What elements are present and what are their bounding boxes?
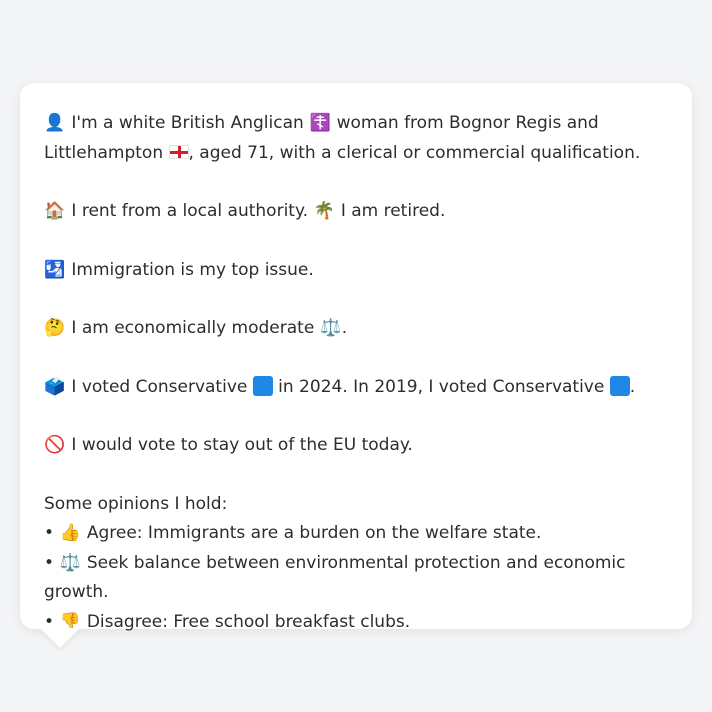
scales-icon: ⚖️ [320,318,342,338]
conservative-blue-square-icon [609,375,630,396]
ballot-box-icon: 🗳️ [44,376,66,397]
opinion-text: Disagree: Free school breakfast clubs. [86,611,411,632]
opinions-list: • 👍 Agree: Immigrants are a burden on th… [44,519,668,637]
housing-paragraph: 🏠 I rent from a local authority. 🌴 I am … [44,197,668,227]
list-item: • ⚖️ Seek balance between environmental … [44,549,668,608]
no-entry-icon: 🚫 [44,435,66,455]
economic-paragraph: 🤔 I am economically moderate ⚖️. [44,314,668,344]
house-icon: 🏠 [44,201,66,221]
passport-control-icon: 🛂 [44,259,66,280]
work-text: I am retired. [340,201,446,221]
list-item: • 👍 Agree: Immigrants are a burden on th… [44,519,668,549]
thumbs-up-icon: 👍 [59,523,82,543]
economic-text: I am economically moderate [71,318,315,338]
opinion-text: Seek balance between environmental prote… [44,552,626,603]
orthodox-cross-icon: ☦️ [309,113,331,133]
scales-icon: ⚖️ [59,552,82,573]
vote-end: . [629,376,636,397]
opinions-title: Some opinions I hold: [44,493,228,514]
bullet: • [44,523,55,543]
vote-text-b: in 2024. In 2019, I voted Conservative [278,376,605,397]
england-flag-icon [168,144,189,159]
economic-end: . [341,318,348,338]
speech-bubble-tail [40,628,80,648]
conservative-blue-square-icon [252,375,273,396]
thinking-face-icon: 🤔 [44,318,66,338]
issue-text: Immigration is my top issue. [71,259,314,280]
eu-paragraph: 🚫 I would vote to stay out of the EU tod… [44,431,668,461]
eu-text: I would vote to stay out of the EU today… [71,435,413,455]
identity-text-a: I'm a white British Anglican [71,113,304,133]
palm-tree-icon: 🌴 [313,201,335,221]
persona-card: 👤 I'm a white British Anglican ☦️ woman … [20,83,692,632]
identity-text-c: , aged 71, with a clerical or commercial… [188,142,641,163]
list-item: • 👎 Disagree: Free school breakfast club… [44,608,668,638]
opinion-text: Agree: Immigrants are a burden on the we… [86,523,542,543]
vote-paragraph: 🗳️ I voted Conservative in 2024. In 2019… [44,373,668,403]
vote-text-a: I voted Conservative [71,376,248,397]
housing-text: I rent from a local authority. [71,201,308,221]
person-icon: 👤 [44,113,66,133]
bullet: • [44,552,55,573]
issue-paragraph: 🛂 Immigration is my top issue. [44,256,668,286]
identity-paragraph: 👤 I'm a white British Anglican ☦️ woman … [44,109,668,168]
